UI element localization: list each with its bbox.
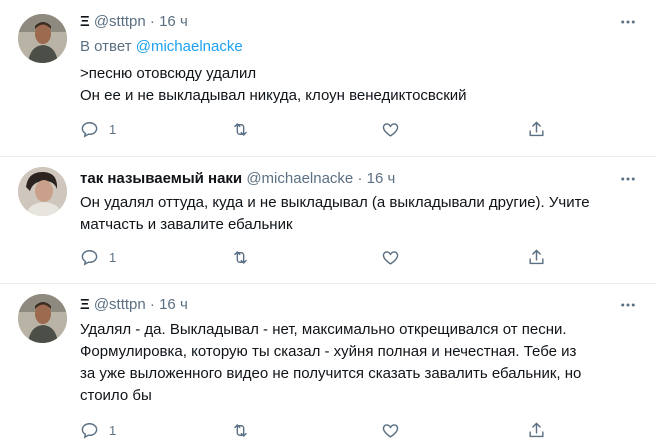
- like-icon: [382, 122, 399, 137]
- separator-dot: ·: [149, 13, 155, 30]
- reply-count: 1: [109, 422, 117, 438]
- more-icon: [621, 303, 635, 307]
- author-name[interactable]: так называемый наки: [80, 170, 242, 187]
- separator-dot: ·: [357, 170, 363, 187]
- tweet-text-line: Он удалял оттуда, куда и не выкладывал (…: [80, 194, 590, 211]
- author-handle[interactable]: @michaelnacke: [246, 170, 353, 187]
- more-icon: [621, 177, 635, 181]
- tweet-text-line: за уже выложенного видео не получится ск…: [80, 365, 582, 382]
- tweet-header: Ξ @stttpn · 16 ч: [80, 12, 188, 32]
- tweet[interactable]: Ξ @stttpn · 16 ч В ответ @michaelnacke >…: [0, 0, 656, 156]
- author-name[interactable]: Ξ: [80, 13, 90, 30]
- tweet-text: Он удалял оттуда, куда и не выкладывал (…: [80, 192, 630, 236]
- tweet-text-line: Формулировка, которую ты сказал - хуйня …: [80, 343, 577, 360]
- more-options-button[interactable]: [617, 169, 639, 189]
- retweet-icon: [234, 423, 247, 437]
- tweet[interactable]: так называемый наки @michaelnacke · 16 ч…: [0, 157, 656, 283]
- more-options-button[interactable]: [617, 12, 639, 32]
- like-icon: [382, 423, 399, 438]
- like-button[interactable]: [381, 420, 400, 440]
- tweet-header: так называемый наки @michaelnacke · 16 ч: [80, 169, 395, 189]
- retweet-icon: [234, 250, 247, 264]
- reply-icon: [81, 249, 98, 266]
- tweet-actions: 1: [80, 420, 560, 440]
- retweet-button[interactable]: [231, 420, 250, 440]
- retweet-button[interactable]: [231, 247, 250, 267]
- avatar[interactable]: [18, 294, 67, 343]
- author-name[interactable]: Ξ: [80, 296, 90, 313]
- share-icon: [529, 121, 544, 136]
- tweet-text: Удалял - да. Выкладывал - нет, максималь…: [80, 319, 630, 407]
- more-options-button[interactable]: [617, 295, 639, 315]
- avatar[interactable]: [18, 167, 67, 216]
- share-button[interactable]: [527, 119, 546, 139]
- tweet-actions: 1: [80, 247, 560, 267]
- tweet[interactable]: Ξ @stttpn · 16 ч Удалял - да. Выкладывал…: [0, 284, 656, 440]
- tweet-actions: 1: [80, 119, 560, 139]
- like-button[interactable]: [381, 247, 400, 267]
- author-handle[interactable]: @stttpn: [94, 296, 146, 313]
- tweet-text-line: >песню отовсюду удалил: [80, 65, 257, 82]
- retweet-icon: [234, 122, 247, 136]
- tweet-header: Ξ @stttpn · 16 ч: [80, 295, 188, 315]
- replying-mention-link[interactable]: @michaelnacke: [136, 38, 243, 55]
- tweet-text-line: Он ее и не выкладывал никуда, клоун вене…: [80, 87, 467, 104]
- tweet-timestamp[interactable]: 16 ч: [159, 13, 188, 30]
- tweet-text-line: стоило бы: [80, 387, 152, 404]
- reply-button[interactable]: 1: [80, 420, 116, 440]
- share-button[interactable]: [527, 247, 546, 267]
- tweet-text-line: матчасть и завалите ебальник: [80, 216, 293, 233]
- tweet-text-line: Удалял - да. Выкладывал - нет, максималь…: [80, 321, 567, 338]
- avatar[interactable]: [18, 14, 67, 63]
- reply-count: 1: [109, 249, 117, 265]
- reply-button[interactable]: 1: [80, 247, 116, 267]
- tweet-text: >песню отовсюду удалил Он ее и не выклад…: [80, 63, 630, 107]
- like-button[interactable]: [381, 119, 400, 139]
- tweet-timestamp[interactable]: 16 ч: [159, 296, 188, 313]
- share-button[interactable]: [527, 420, 546, 440]
- reply-icon: [81, 422, 98, 439]
- replying-prefix: В ответ: [80, 38, 132, 55]
- separator-dot: ·: [149, 296, 155, 313]
- tweet-timestamp[interactable]: 16 ч: [367, 170, 396, 187]
- reply-count: 1: [109, 121, 117, 137]
- share-icon: [529, 422, 544, 437]
- more-icon: [621, 20, 635, 24]
- retweet-button[interactable]: [231, 119, 250, 139]
- reply-icon: [81, 121, 98, 138]
- like-icon: [382, 250, 399, 265]
- author-handle[interactable]: @stttpn: [94, 13, 146, 30]
- replying-to: В ответ @michaelnacke: [80, 37, 243, 57]
- share-icon: [529, 249, 544, 264]
- reply-button[interactable]: 1: [80, 119, 116, 139]
